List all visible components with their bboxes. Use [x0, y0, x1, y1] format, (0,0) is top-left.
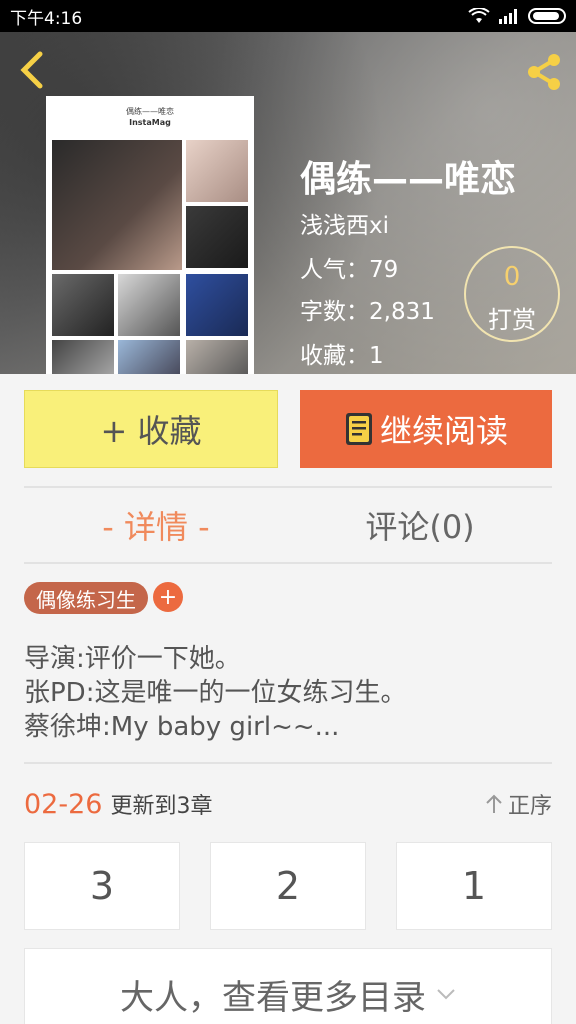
share-icon[interactable] — [522, 50, 566, 94]
book-favorites: 收藏：1 — [300, 343, 384, 369]
status-time: 下午4:16 — [10, 8, 83, 29]
tip-button[interactable]: 0 打赏 — [464, 246, 560, 342]
signal-icon — [499, 9, 517, 24]
more-chapters-button[interactable]: 大人，查看更多目录 — [24, 948, 552, 1024]
add-favorite-button[interactable]: + 收藏 — [24, 390, 278, 468]
description-line: 张PD:这是唯一的一位女练习生。 — [24, 678, 407, 708]
update-date: 02-26 — [24, 788, 103, 820]
cover-photo — [52, 274, 114, 336]
tip-label: 打赏 — [488, 306, 536, 334]
book-title: 偶练——唯恋 — [300, 159, 517, 200]
description-line: 蔡徐坤:My baby girl~~... — [24, 712, 340, 742]
battery-icon — [528, 8, 566, 24]
cover-photo — [186, 274, 248, 336]
book-popularity: 人气：79 — [300, 257, 399, 283]
tag-chip[interactable]: 偶像练习生 — [24, 582, 148, 614]
cover-photo — [186, 206, 248, 268]
chapter-item[interactable]: 1 — [396, 842, 552, 930]
cover-photo-main — [52, 140, 182, 270]
status-icons — [468, 8, 566, 24]
chapter-item[interactable]: 3 — [24, 842, 180, 930]
cover-caption: 偶练——唯恋 — [126, 107, 174, 116]
divider — [24, 562, 552, 564]
cover-photo — [118, 274, 180, 336]
sort-order-button[interactable]: 正序 — [484, 788, 552, 820]
book-description[interactable]: 导演:评价一下她。 张PD:这是唯一的一位女练习生。 蔡徐坤:My baby g… — [24, 642, 552, 744]
continue-reading-label: 继续阅读 — [379, 412, 508, 450]
book-cover[interactable]: 偶练——唯恋 InstaMag — [46, 96, 254, 374]
cover-photo — [118, 340, 180, 374]
update-info: 02-26 更新到3章 正序 — [24, 784, 552, 824]
cover-brand: InstaMag — [129, 118, 171, 127]
cover-photo — [186, 340, 248, 374]
arrow-up-icon — [486, 794, 502, 813]
book-icon — [345, 413, 372, 445]
wifi-icon — [468, 8, 490, 23]
status-bar: 下午4:16 — [0, 0, 576, 32]
continue-reading-button[interactable]: 继续阅读 — [300, 390, 552, 468]
sort-label: 正序 — [507, 794, 552, 819]
chevron-down-icon — [437, 989, 455, 1000]
tab-comments[interactable]: 评论(0) — [288, 488, 552, 562]
back-chevron-icon[interactable] — [14, 48, 50, 92]
cover-photo — [186, 140, 248, 202]
update-text: 更新到3章 — [110, 794, 213, 819]
tip-count: 0 — [503, 262, 521, 292]
more-chapters-label: 大人，查看更多目录 — [120, 977, 426, 1018]
chapter-grid: 3 2 1 — [24, 842, 552, 930]
tab-detail[interactable]: - 详情 - — [24, 488, 288, 562]
divider — [24, 762, 552, 764]
book-word-count: 字数：2,831 — [300, 299, 435, 325]
add-tag-button[interactable]: + — [153, 582, 183, 612]
chapter-item[interactable]: 2 — [210, 842, 366, 930]
detail-tabs: - 详情 - 评论(0) — [24, 488, 552, 562]
cover-photo — [52, 340, 114, 374]
book-author[interactable]: 浅浅西xi — [300, 206, 389, 240]
description-line: 导演:评价一下她。 — [24, 644, 241, 674]
